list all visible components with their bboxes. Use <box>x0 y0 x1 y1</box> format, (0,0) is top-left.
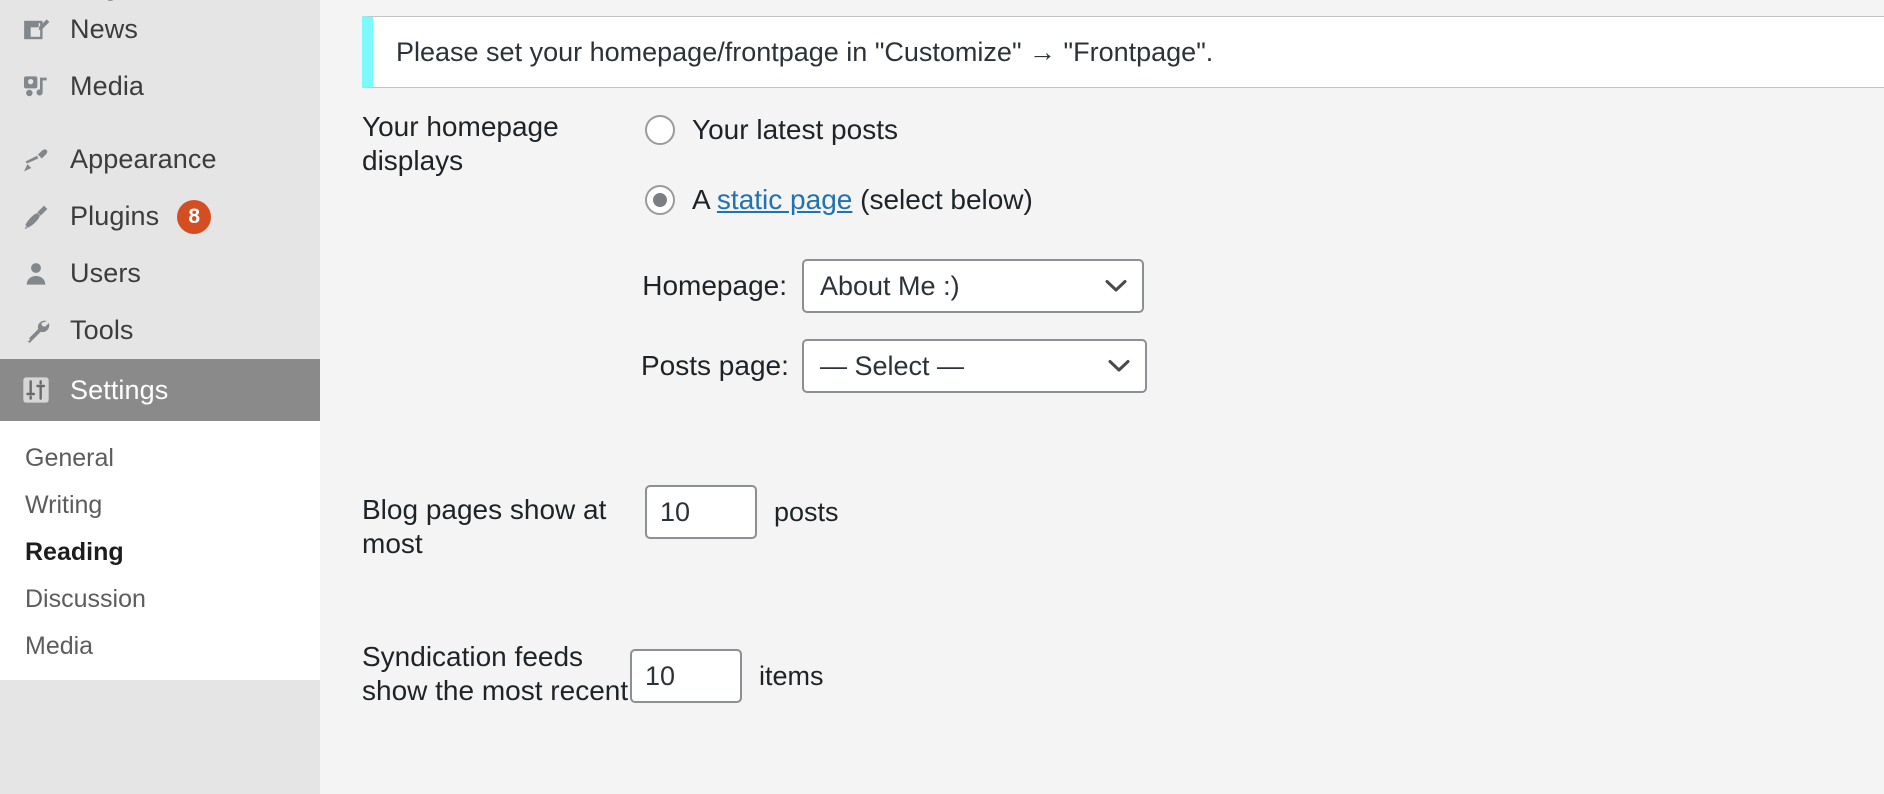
homepage-displays-options: Your latest posts A static page (select … <box>645 110 1884 393</box>
sidebar-item-label: Tools <box>70 317 134 344</box>
radio-latest-posts[interactable] <box>645 115 675 145</box>
sidebar-item-label: News <box>70 16 138 43</box>
sidebar-subitem-media[interactable]: Media <box>0 623 320 670</box>
syndication-feeds-label: Syndication feeds show the most recent <box>320 640 630 708</box>
static-page-prefix: A <box>692 184 717 215</box>
syndication-feeds-input[interactable]: 10 <box>630 649 742 703</box>
row-homepage-select: Homepage: About Me :) <box>641 259 1884 313</box>
plugins-update-badge: 8 <box>177 200 211 234</box>
sidebar-item-label: Users <box>70 260 141 287</box>
sidebar-subitem-discussion[interactable]: Discussion <box>0 576 320 623</box>
radio-static-page-label: A static page (select below) <box>692 184 1033 216</box>
tools-icon <box>14 311 58 351</box>
wordpress-admin-reading-settings: Pages News <box>0 0 1884 794</box>
sidebar-item-label: Settings <box>70 377 168 404</box>
homepage-displays-label: Your homepage displays <box>320 110 645 178</box>
sidebar-item-label: Media <box>70 73 144 100</box>
users-icon <box>14 254 58 294</box>
appearance-icon <box>14 140 58 180</box>
static-page-suffix: (select below) <box>852 184 1033 215</box>
row-posts-page-select: Posts page: — Select — <box>641 339 1884 393</box>
news-icon <box>14 10 58 50</box>
sidebar-item-tools[interactable]: Tools <box>0 302 320 359</box>
sidebar-main-menu: Pages News <box>0 0 320 421</box>
radio-option-static-page[interactable]: A static page (select below) <box>645 180 1884 220</box>
sidebar-item-users[interactable]: Users <box>0 245 320 302</box>
radio-option-latest-posts[interactable]: Your latest posts <box>645 110 1884 150</box>
row-blog-pages: Blog pages show at most 10 posts <box>320 493 1884 561</box>
radio-latest-posts-label: Your latest posts <box>692 114 898 146</box>
blog-pages-unit: posts <box>774 497 839 528</box>
posts-page-select[interactable]: — Select — <box>802 339 1147 393</box>
sidebar-item-plugins[interactable]: Plugins 8 <box>0 188 320 245</box>
sidebar-subitem-writing[interactable]: Writing <box>0 482 320 529</box>
homepage-select-value: About Me :) <box>820 271 960 302</box>
sidebar-subitem-reading[interactable]: Reading <box>0 529 320 576</box>
plugins-icon <box>14 197 58 237</box>
media-icon <box>14 67 58 107</box>
homepage-select[interactable]: About Me :) <box>802 259 1144 313</box>
row-syndication-feeds: Syndication feeds show the most recent 1… <box>320 640 1884 708</box>
reading-settings-form: Your homepage displays Your latest posts… <box>320 110 1884 709</box>
admin-sidebar-menu: Pages News <box>0 0 320 794</box>
static-page-link[interactable]: static page <box>717 184 852 215</box>
homepage-select-label: Homepage: <box>641 270 787 302</box>
sidebar-item-label: Plugins <box>70 203 159 230</box>
settings-icon <box>14 370 58 410</box>
radio-static-page[interactable] <box>645 185 675 215</box>
sidebar-item-appearance[interactable]: Appearance <box>0 131 320 188</box>
sidebar-settings-submenu: General Writing Reading Discussion Media <box>0 421 320 680</box>
reading-settings-content: Please set your homepage/frontpage in "C… <box>320 0 1884 794</box>
sidebar-subitem-general[interactable]: General <box>0 435 320 482</box>
blog-pages-field: 10 posts <box>645 485 1884 539</box>
sidebar-separator <box>0 115 320 131</box>
posts-page-select-value: — Select — <box>820 351 964 382</box>
posts-page-select-label: Posts page: <box>641 350 787 382</box>
chevron-down-icon <box>1105 279 1127 293</box>
syndication-feeds-unit: items <box>759 661 824 692</box>
sidebar-item-news[interactable]: News <box>0 1 320 58</box>
syndication-feeds-field: 10 items <box>630 649 1884 703</box>
homepage-notice: Please set your homepage/frontpage in "C… <box>362 16 1884 88</box>
blog-pages-input[interactable]: 10 <box>645 485 757 539</box>
sidebar-item-settings[interactable]: Settings <box>0 359 320 421</box>
chevron-down-icon <box>1108 359 1130 373</box>
row-homepage-displays: Your homepage displays Your latest posts… <box>320 110 1884 393</box>
homepage-notice-text: Please set your homepage/frontpage in "C… <box>396 37 1213 68</box>
blog-pages-label: Blog pages show at most <box>320 493 645 561</box>
sidebar-item-media[interactable]: Media <box>0 58 320 115</box>
sidebar-item-label: Appearance <box>70 146 217 173</box>
